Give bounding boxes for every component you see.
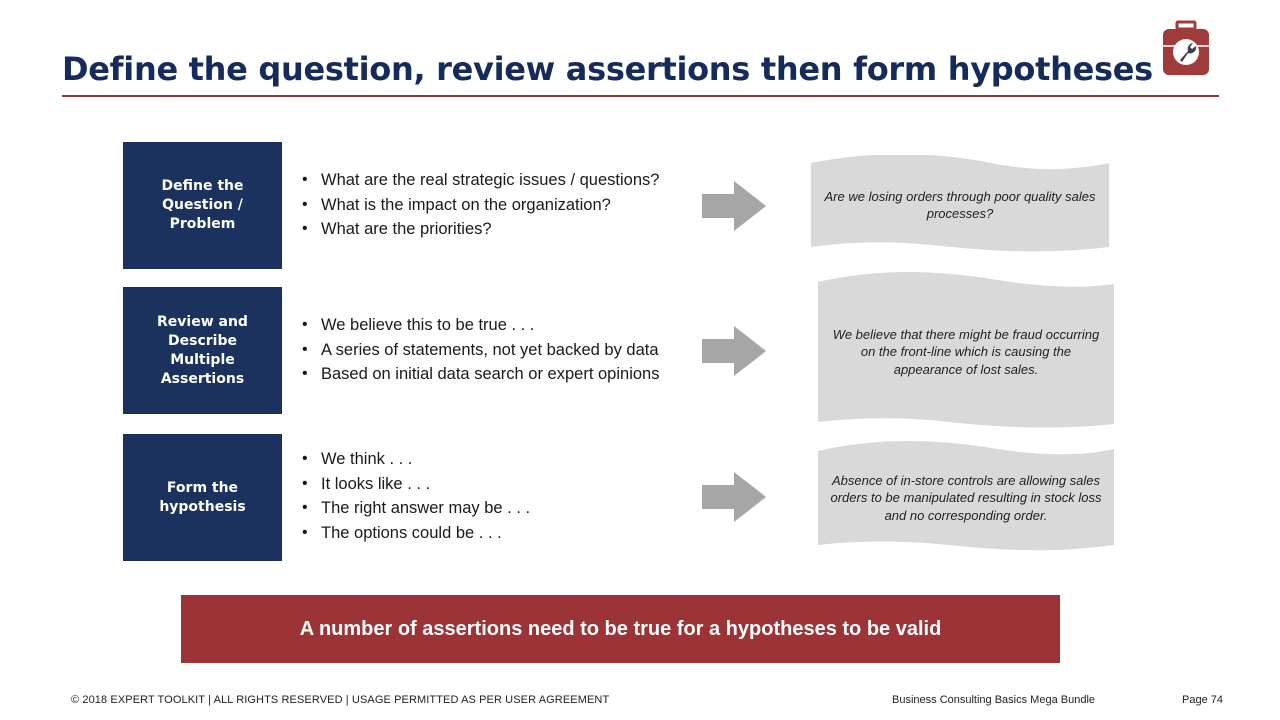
example-hypothesis-text: Absence of in-store controls are allowin…: [830, 472, 1102, 523]
bullet-list-form-hypothesis: We think . . . It looks like . . . The r…: [300, 447, 530, 545]
list-item: What is the impact on the organization?: [300, 193, 659, 218]
footer-bundle-name: Business Consulting Basics Mega Bundle: [892, 694, 1096, 706]
bullet-list-review-assertions: We believe this to be true . . . A serie…: [300, 313, 659, 387]
step-box-review-assertions: Review and Describe Multiple Assertions: [123, 287, 282, 414]
right-arrow-icon: [702, 472, 766, 522]
right-arrow-icon: [702, 181, 766, 231]
example-question-text: Are we losing orders through poor qualit…: [824, 188, 1096, 222]
list-item: Based on initial data search or expert o…: [300, 362, 659, 387]
conclusion-banner: A number of assertions need to be true f…: [181, 595, 1060, 663]
list-item: It looks like . . .: [300, 472, 530, 497]
title-underline: [62, 95, 1219, 97]
step-box-define-question: Define the Question / Problem: [123, 142, 282, 269]
right-arrow-icon: [702, 326, 766, 376]
list-item: What are the priorities?: [300, 217, 659, 242]
page-number: Page 74: [1182, 694, 1223, 706]
list-item: We think . . .: [300, 447, 530, 472]
example-assertion-text: We believe that there might be fraud occ…: [832, 326, 1100, 377]
slide-title: Define the question, review assertions t…: [62, 50, 1153, 88]
list-item: We believe this to be true . . .: [300, 313, 659, 338]
bullet-list-define-question: What are the real strategic issues / que…: [300, 168, 659, 242]
step-label: Review and Describe Multiple Assertions: [157, 313, 248, 387]
list-item: What are the real strategic issues / que…: [300, 168, 659, 193]
list-item: The right answer may be . . .: [300, 496, 530, 521]
step-label: Define the Question / Problem: [161, 178, 244, 232]
footer-copyright: © 2018 EXPERT TOOLKIT | ALL RIGHTS RESER…: [71, 694, 610, 706]
list-item: A series of statements, not yet backed b…: [300, 338, 659, 363]
step-label: Form the hypothesis: [159, 479, 246, 515]
conclusion-text: A number of assertions need to be true f…: [299, 617, 942, 640]
toolkit-wrench-icon: [1160, 20, 1212, 78]
step-box-form-hypothesis: Form the hypothesis: [123, 434, 282, 561]
list-item: The options could be . . .: [300, 521, 530, 546]
